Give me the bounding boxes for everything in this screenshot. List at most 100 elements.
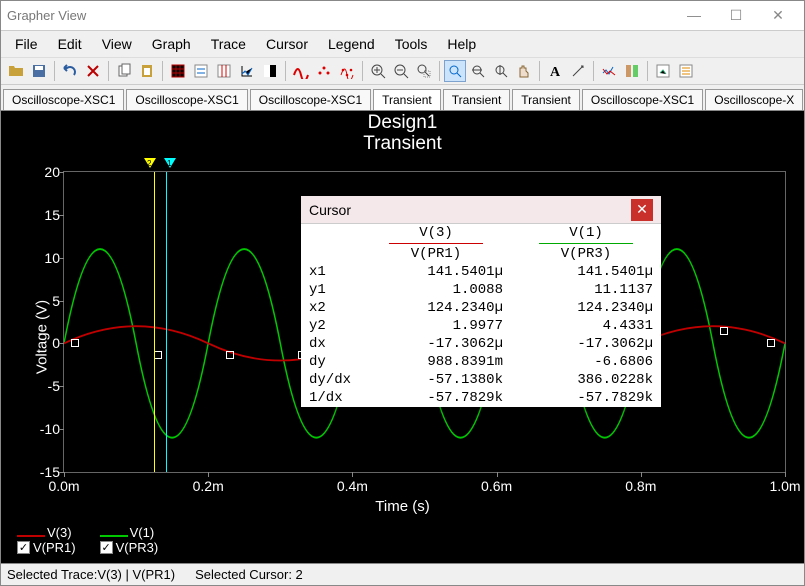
marker-triangle-icon [720, 327, 728, 335]
menu-file[interactable]: File [5, 34, 48, 54]
open-icon[interactable] [5, 60, 27, 82]
trace-red-icon[interactable] [290, 60, 312, 82]
zoom-x-icon[interactable] [467, 60, 489, 82]
cursor-panel-close-icon[interactable]: ✕ [631, 199, 653, 221]
menu-help[interactable]: Help [437, 34, 486, 54]
tab-4[interactable]: Transient [443, 89, 511, 110]
ytick: 5 [32, 293, 60, 309]
sheet2-icon[interactable] [675, 60, 697, 82]
cursor-col-1-h2: V(PR1) [361, 245, 511, 263]
chart-title: Design1 Transient [1, 111, 804, 155]
menu-legend[interactable]: Legend [318, 34, 385, 54]
tab-0[interactable]: Oscilloscope-XSC1 [3, 89, 124, 110]
bw-icon[interactable] [259, 60, 281, 82]
tab-6[interactable]: Oscilloscope-XSC1 [582, 89, 703, 110]
ytick: -5 [32, 378, 60, 394]
legend-icon[interactable] [190, 60, 212, 82]
status-bar: Selected Trace:V(3) | V(PR1) Selected Cu… [1, 563, 804, 585]
tab-3[interactable]: Transient [373, 89, 441, 111]
cursor-table: V(3) V(1) V(PR1) V(PR3) x1141.5401µ141.5… [301, 224, 661, 407]
copy-icon[interactable] [113, 60, 135, 82]
legend-1-sub: V(PR1) [33, 540, 76, 555]
grid-icon[interactable] [167, 60, 189, 82]
menu-graph[interactable]: Graph [142, 34, 201, 54]
xtick: 0.8m [625, 478, 656, 494]
ytick: 20 [32, 164, 60, 180]
tab-5[interactable]: Transient [512, 89, 580, 110]
cursor-panel[interactable]: Cursor ✕ V(3) V(1) V(PR1) V(PR3) x1141.5… [301, 196, 661, 407]
window-buttons: — ☐ ✕ [680, 7, 798, 24]
cursor-2-handle-icon[interactable]: 2 [144, 158, 156, 170]
legend-2-name: V(1) [130, 525, 155, 540]
zoom-box-icon[interactable] [444, 60, 466, 82]
menu-tools[interactable]: Tools [385, 34, 438, 54]
cursor-toggle-icon[interactable] [213, 60, 235, 82]
maximize-button[interactable]: ☐ [722, 7, 750, 24]
paste-icon[interactable] [136, 60, 158, 82]
ytick: -10 [32, 421, 60, 437]
legend: V(3) ✓V(PR1) V(1) ✓V(PR3) [17, 525, 158, 555]
close-button[interactable]: ✕ [764, 7, 792, 24]
undo-icon[interactable] [59, 60, 81, 82]
tab-2[interactable]: Oscilloscope-XSC1 [250, 89, 371, 110]
cursor-2-line[interactable]: 2 [154, 172, 155, 472]
delete-icon[interactable] [82, 60, 104, 82]
svg-text:1: 1 [167, 159, 172, 168]
cursor-1-handle-icon[interactable]: 1 [164, 158, 176, 170]
trace-scatter-icon[interactable] [336, 60, 358, 82]
legend-2-checkbox[interactable]: ✓ [100, 541, 113, 554]
legend-entry-1[interactable]: V(3) ✓V(PR1) [17, 525, 76, 555]
tab-strip: Oscilloscope-XSC1 Oscilloscope-XSC1 Osci… [1, 85, 804, 111]
svg-text:2: 2 [147, 159, 152, 168]
export-icon[interactable] [598, 60, 620, 82]
legend-2-sub: V(PR3) [116, 540, 159, 555]
menu-view[interactable]: View [92, 34, 142, 54]
marker-triangle-icon [767, 339, 775, 347]
xtick: 0.6m [481, 478, 512, 494]
chart-area: Design1 Transient Voltage (V) Time (s) 2… [1, 111, 804, 563]
cursor-1-line[interactable]: 1 [166, 172, 167, 472]
marker-triangle-icon [226, 351, 234, 359]
menu-cursor[interactable]: Cursor [256, 34, 318, 54]
trace-points-icon[interactable] [313, 60, 335, 82]
text-icon[interactable]: A [544, 60, 566, 82]
chart-title-2: Transient [1, 134, 804, 155]
legend-1-name: V(3) [47, 525, 72, 540]
xtick: 0.0m [48, 478, 79, 494]
svg-text:A: A [550, 65, 561, 79]
marker-triangle-icon [71, 339, 79, 347]
cursor-col-1-h1: V(3) [389, 225, 483, 244]
zoom-in-icon[interactable] [367, 60, 389, 82]
cursor-col-2-h2: V(PR3) [511, 245, 661, 263]
zoom-area-icon[interactable] [413, 60, 435, 82]
zoom-y-icon[interactable] [490, 60, 512, 82]
ytick: 15 [32, 207, 60, 223]
cursor-panel-header[interactable]: Cursor ✕ [301, 196, 661, 224]
zoom-out-icon[interactable] [390, 60, 412, 82]
axis-icon[interactable] [236, 60, 258, 82]
status-trace: Selected Trace:V(3) | V(PR1) [7, 567, 175, 582]
menu-edit[interactable]: Edit [48, 34, 92, 54]
legend-1-checkbox[interactable]: ✓ [17, 541, 30, 554]
menu-trace[interactable]: Trace [201, 34, 256, 54]
marker-triangle-icon [154, 351, 162, 359]
pan-icon[interactable] [513, 60, 535, 82]
legend-entry-2[interactable]: V(1) ✓V(PR3) [100, 525, 159, 555]
save-icon[interactable] [28, 60, 50, 82]
marker-icon[interactable] [567, 60, 589, 82]
data-icon[interactable] [621, 60, 643, 82]
ytick: 0 [32, 335, 60, 351]
menu-bar: File Edit View Graph Trace Cursor Legend… [1, 31, 804, 57]
title-bar: Grapher View — ☐ ✕ [1, 1, 804, 31]
xtick: 0.2m [193, 478, 224, 494]
xtick: 1.0m [769, 478, 800, 494]
sheet1-icon[interactable] [652, 60, 674, 82]
minimize-button[interactable]: — [680, 7, 708, 24]
cursor-col-2-h1: V(1) [539, 225, 633, 244]
status-cursor: Selected Cursor: 2 [195, 567, 303, 582]
tab-1[interactable]: Oscilloscope-XSC1 [126, 89, 247, 110]
x-axis-label: Time (s) [375, 498, 429, 515]
chart-title-1: Design1 [1, 113, 804, 134]
window-title: Grapher View [7, 8, 680, 23]
tab-7[interactable]: Oscilloscope-X [705, 89, 803, 110]
